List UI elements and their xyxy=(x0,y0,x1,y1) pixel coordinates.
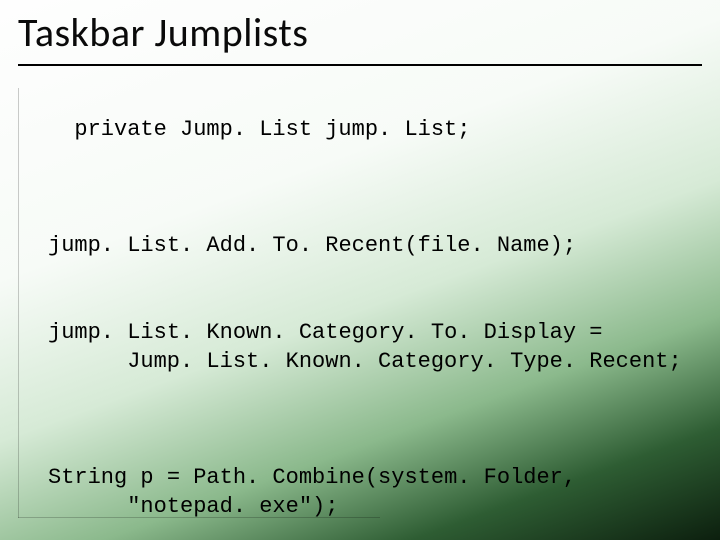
slide-title: Taskbar Jumplists xyxy=(18,8,702,63)
decor-line-vertical xyxy=(18,88,19,518)
code-blank xyxy=(48,260,690,289)
slide: Taskbar Jumplists private Jump. List jum… xyxy=(0,0,720,540)
code-line: "notepad. exe"); xyxy=(48,492,690,521)
code-blank xyxy=(48,405,690,434)
code-line: jump. List. Add. To. Recent(file. Name); xyxy=(48,233,576,258)
title-underline xyxy=(18,64,702,66)
code-line: String p = Path. Combine(system. Folder, xyxy=(48,465,576,490)
code-line: jump. List. Known. Category. To. Display… xyxy=(48,320,603,345)
code-line: Jump. List. Known. Category. Type. Recen… xyxy=(48,347,690,376)
code-block: private Jump. List jump. List; jump. Lis… xyxy=(48,86,690,540)
code-line: private Jump. List jump. List; xyxy=(48,115,690,144)
code-blank xyxy=(48,173,690,202)
